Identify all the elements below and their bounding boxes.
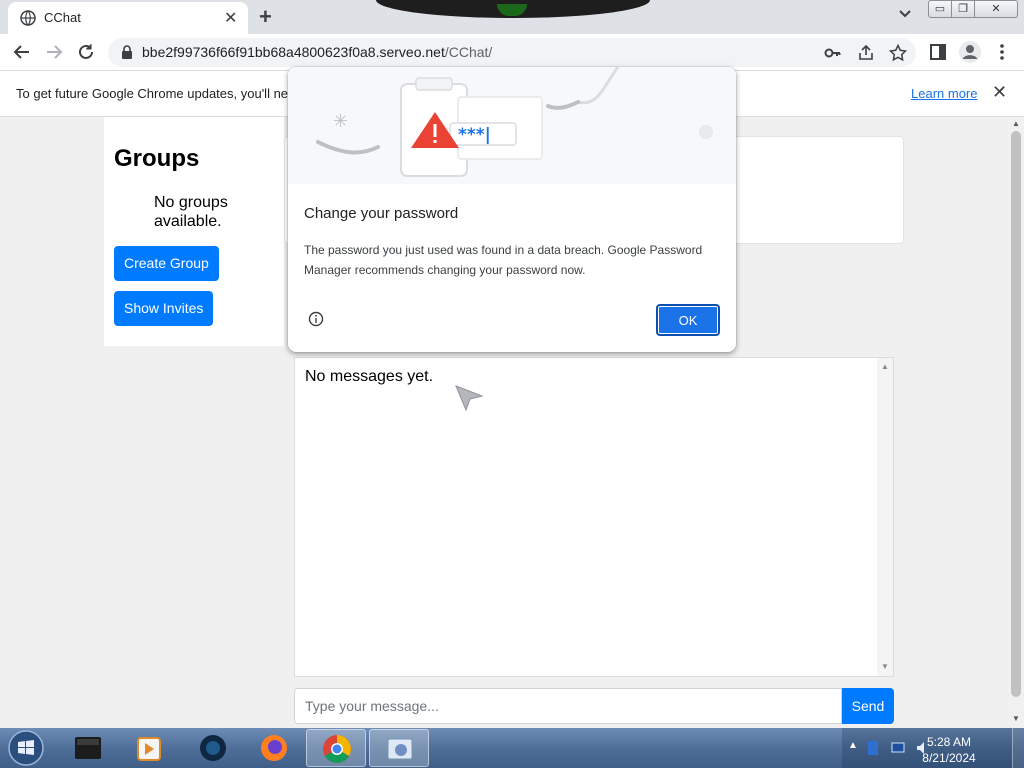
page-scroll-down-icon[interactable]: ▼ — [1012, 714, 1020, 723]
tab-title: CChat — [44, 10, 81, 25]
share-icon[interactable] — [857, 44, 875, 62]
show-invites-button[interactable]: Show Invites — [114, 291, 214, 326]
scroll-down-icon[interactable]: ▼ — [881, 662, 889, 671]
bookmark-star-icon[interactable] — [889, 44, 907, 62]
info-icon[interactable] — [308, 311, 324, 327]
send-button[interactable]: Send — [842, 688, 894, 724]
tray-device-icon[interactable] — [866, 739, 882, 757]
clock-date: 8/21/2024 — [922, 751, 976, 765]
messages-panel[interactable]: No messages yet. ▲ ▼ — [294, 357, 894, 677]
maximize-button[interactable]: ❐ — [951, 0, 975, 18]
tab-search-icon[interactable] — [897, 6, 913, 22]
messages-scrollbar[interactable]: ▲ ▼ — [877, 358, 893, 676]
no-messages-text: No messages yet. — [305, 368, 434, 385]
start-button-icon[interactable] — [4, 729, 48, 767]
password-mask: ***| — [458, 125, 491, 145]
forward-arrow-icon[interactable] — [44, 42, 64, 62]
url-text[interactable]: bbe2f99736f66f91bb68a4800623f0a8.serveo.… — [142, 44, 492, 60]
profile-avatar-icon[interactable] — [959, 41, 981, 63]
menu-kebab-icon[interactable] — [992, 42, 1012, 62]
learn-more-link[interactable]: Learn more — [911, 86, 977, 101]
taskbar-app-icon[interactable] — [183, 729, 243, 767]
page-scrollbar[interactable]: ▲ ▼ — [1008, 117, 1024, 728]
create-group-button[interactable]: Create Group — [114, 246, 219, 281]
taskbar-chrome-icon[interactable] — [306, 729, 366, 767]
password-breach-illustration: ✳ ***| — [288, 67, 736, 184]
dialog-body: The password you just used was found in … — [304, 243, 703, 277]
show-desktop-button[interactable] — [1012, 728, 1024, 768]
window-controls: ▭ ❐ ✕ — [928, 0, 1020, 18]
globe-icon — [20, 10, 36, 26]
ok-button[interactable]: OK — [656, 304, 720, 336]
mouse-cursor-icon — [455, 385, 484, 412]
back-arrow-icon[interactable] — [12, 42, 32, 62]
taskbar-firefox-icon[interactable] — [244, 729, 304, 767]
side-panel-icon[interactable] — [928, 42, 948, 62]
windows-taskbar: ▲ 5:28 AM 8/21/2024 — [0, 728, 1024, 768]
change-password-dialog: ✳ ***| Change your password The password… — [288, 67, 736, 352]
close-window-button[interactable]: ✕ — [974, 0, 1018, 18]
clock-time: 5:28 AM — [926, 735, 972, 749]
reload-icon[interactable] — [76, 42, 96, 62]
dialog-title: Change your password — [304, 205, 459, 222]
taskbar-explorer-icon[interactable] — [58, 729, 118, 767]
groups-heading: Groups — [114, 145, 200, 172]
infobar-text: To get future Google Chrome updates, you… — [16, 86, 289, 101]
svg-text:✳: ✳ — [333, 111, 348, 132]
tab-strip: CChat ✕ + ▭ ❐ ✕ — [0, 0, 1024, 34]
lock-icon[interactable] — [120, 45, 134, 60]
browser-toolbar: bbe2f99736f66f91bb68a4800623f0a8.serveo.… — [0, 34, 1024, 71]
taskbar-media-player-icon[interactable] — [120, 729, 180, 767]
message-input[interactable] — [294, 688, 842, 724]
page-scroll-up-icon[interactable]: ▲ — [1012, 119, 1020, 128]
no-groups-text: No groups available. — [154, 194, 228, 230]
key-icon[interactable] — [824, 44, 842, 62]
new-tab-button[interactable]: + — [259, 4, 272, 30]
scroll-up-icon[interactable]: ▲ — [881, 362, 889, 371]
infobar-close-icon[interactable]: ✕ — [992, 82, 1007, 103]
tab-close-icon[interactable]: ✕ — [224, 8, 237, 28]
tray-expand-icon[interactable]: ▲ — [848, 740, 858, 751]
taskbar-control-panel-icon[interactable] — [369, 729, 429, 767]
tray-clock[interactable]: 5:28 AM 8/21/2024 — [904, 734, 994, 766]
address-bar[interactable]: bbe2f99736f66f91bb68a4800623f0a8.serveo.… — [108, 38, 916, 67]
groups-panel: Groups No groups available. Create Group… — [104, 117, 284, 346]
browser-tab[interactable]: CChat ✕ — [8, 2, 248, 34]
minimize-button[interactable]: ▭ — [928, 0, 952, 18]
page-scroll-thumb[interactable] — [1011, 131, 1021, 697]
